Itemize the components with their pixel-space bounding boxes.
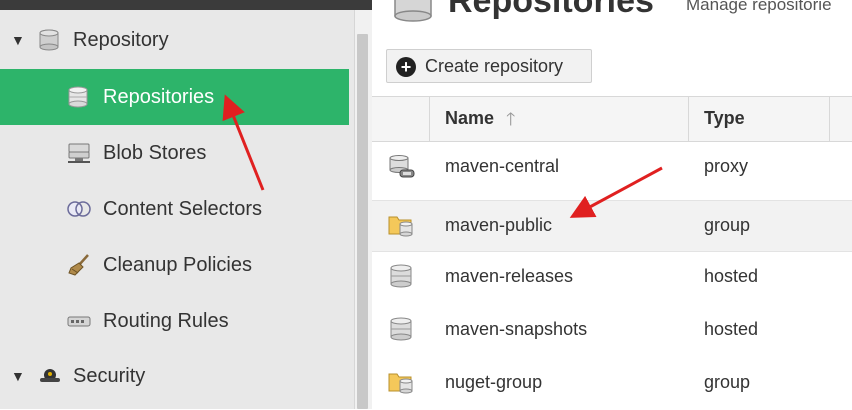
create-repository-label: Create repository	[425, 55, 564, 76]
table-row[interactable]: maven-releases hosted	[372, 252, 852, 304]
proxy-repo-icon	[388, 155, 416, 186]
expand-arrow-icon[interactable]: ▼	[11, 368, 25, 384]
content-selector-icon	[66, 197, 92, 221]
repository-type: group	[704, 372, 751, 392]
repository-type: proxy	[704, 156, 749, 176]
create-repository-button[interactable]: + Create repository	[386, 49, 592, 83]
column-divider[interactable]	[429, 97, 430, 141]
sidebar-item-content-selectors[interactable]: Content Selectors	[0, 181, 349, 237]
table-header	[372, 96, 852, 142]
repository-type: group	[704, 215, 751, 235]
sidebar-item-label: Repositories	[103, 85, 215, 108]
hosted-repo-icon	[388, 264, 416, 295]
expand-arrow-icon[interactable]: ▼	[11, 32, 25, 48]
page-subtitle: Manage repositorie	[686, 0, 832, 14]
repository-name: maven-snapshots	[445, 319, 588, 339]
broom-icon	[66, 253, 92, 277]
group-repo-icon	[388, 213, 416, 244]
routing-rules-icon	[66, 309, 92, 333]
sidebar-item-label: Content Selectors	[103, 197, 262, 220]
repository-name: nuget-group	[445, 372, 543, 392]
repository-name: maven-central	[445, 156, 560, 176]
repository-type: hosted	[704, 266, 759, 286]
repository-name: maven-releases	[445, 266, 574, 286]
database-icon	[66, 85, 90, 109]
group-repo-icon	[388, 370, 416, 401]
nav-group-label: Security	[73, 364, 146, 387]
page-title: Repositories	[448, 0, 654, 20]
sidebar-item-blob-stores[interactable]: Blob Stores	[0, 125, 349, 181]
sort-ascending-icon[interactable]: 🡑	[506, 107, 515, 137]
security-icon	[37, 364, 63, 388]
top-bar	[0, 0, 380, 10]
plus-icon: +	[396, 57, 416, 77]
column-header-name[interactable]: Name	[445, 108, 494, 129]
sidebar-item-label: Cleanup Policies	[103, 253, 252, 276]
sidebar-item-label: Routing Rules	[103, 309, 229, 332]
nav-group-repository[interactable]: ▼ Repository	[0, 12, 349, 68]
sidebar-item-repositories[interactable]: Repositories	[0, 69, 349, 125]
sidebar-item-label: Blob Stores	[103, 141, 207, 164]
repository-type: hosted	[704, 319, 759, 339]
table-row[interactable]: maven-snapshots hosted	[372, 305, 852, 357]
nav-group-security[interactable]: ▼ Security	[0, 348, 349, 404]
column-divider[interactable]	[688, 97, 689, 141]
scrollbar-thumb[interactable]	[357, 34, 368, 409]
nav-group-label: Repository	[73, 28, 169, 51]
sidebar-item-cleanup-policies[interactable]: Cleanup Policies	[0, 237, 349, 293]
column-header-type[interactable]: Type	[704, 108, 745, 129]
database-icon	[392, 0, 434, 29]
sidebar-item-routing-rules[interactable]: Routing Rules	[0, 293, 349, 349]
database-icon	[37, 28, 61, 52]
hosted-repo-icon	[388, 317, 416, 348]
table-row[interactable]: nuget-group group	[372, 358, 852, 410]
blob-store-icon	[66, 141, 92, 165]
table-row[interactable]: maven-central proxy	[372, 142, 852, 194]
column-divider[interactable]	[829, 97, 830, 141]
table-row[interactable]: maven-public group	[372, 200, 852, 252]
repository-name: maven-public	[445, 215, 553, 235]
